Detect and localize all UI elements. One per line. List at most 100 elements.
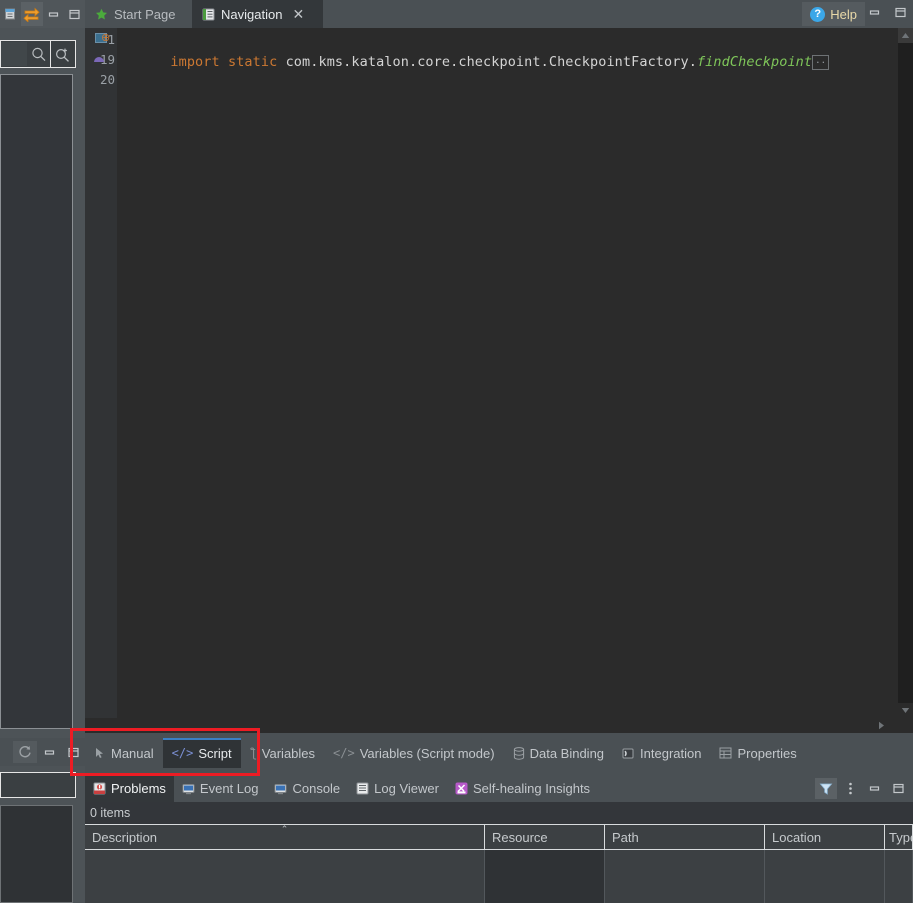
scrollbar-track[interactable] <box>898 43 913 703</box>
tab-manual[interactable]: Manual <box>85 738 163 768</box>
tab-label: Event Log <box>199 781 259 796</box>
tab-event-log[interactable]: Event Log <box>174 775 267 802</box>
table-column-cells <box>605 850 765 903</box>
minimize-icon[interactable] <box>863 778 885 799</box>
tab-label: Navigation <box>221 6 283 22</box>
refresh-icon[interactable] <box>13 741 37 763</box>
close-icon[interactable]: ✕ <box>292 7 304 21</box>
column-header-location[interactable]: Location <box>765 825 885 850</box>
tab-label: Script <box>198 745 232 761</box>
fold-expanded-icon[interactable] <box>93 54 105 64</box>
question-mark-icon: ? <box>810 6 826 22</box>
help-button[interactable]: ? Help <box>802 2 865 26</box>
tab-problems[interactable]: Problems <box>85 775 174 802</box>
properties-table-icon <box>719 747 732 759</box>
search-icon[interactable] <box>27 41 50 67</box>
star-icon <box>95 8 108 21</box>
column-header-type[interactable]: Type <box>885 825 913 850</box>
tab-label: Log Viewer <box>374 781 439 796</box>
self-healing-icon <box>455 782 468 795</box>
integration-icon <box>622 747 635 760</box>
editor-tab-bar: Start Page Navigation ✕ ? Help <box>85 0 913 28</box>
tab-console[interactable]: Console <box>266 775 348 802</box>
editor-mode-tab-bar: Manual </> Script ƪ Variables </> Variab… <box>85 738 913 768</box>
tab-label: Manual <box>111 745 154 761</box>
column-label: Location <box>772 830 822 845</box>
tab-label: Console <box>292 781 341 796</box>
minimize-icon[interactable] <box>37 741 61 763</box>
tab-start-page[interactable]: Start Page <box>85 0 192 28</box>
editor-horizontal-scrollbar[interactable] <box>85 718 913 733</box>
editor-annotation-ruler <box>85 28 95 718</box>
view-menu-icon[interactable] <box>839 778 861 799</box>
code-line: import static com.kms.katalon.core.check… <box>121 32 830 92</box>
code-package: com.kms.katalon.core.checkpoint.Checkpoi… <box>285 54 697 70</box>
tab-log-viewer[interactable]: Log Viewer <box>348 775 447 802</box>
code-text-area[interactable]: import static com.kms.katalon.core.check… <box>117 28 889 718</box>
collapse-all-icon[interactable] <box>0 2 21 26</box>
scroll-up-icon[interactable] <box>898 28 913 43</box>
column-header-resource[interactable]: Resource <box>485 825 605 850</box>
maximize-icon[interactable] <box>887 778 909 799</box>
link-with-editor-icon[interactable] <box>21 2 43 26</box>
tab-navigation[interactable]: Navigation ✕ <box>192 0 323 28</box>
problems-icon <box>93 782 106 795</box>
column-label: Path <box>612 830 639 845</box>
tab-label: Variables (Script mode) <box>359 745 495 761</box>
table-column-cells <box>885 850 913 903</box>
tab-label: Variables <box>261 745 316 761</box>
scroll-down-icon[interactable] <box>898 703 913 718</box>
tab-variables[interactable]: ƪ Variables <box>241 738 324 768</box>
fold-collapsed-icon[interactable] <box>77 34 88 45</box>
left-explorer-column <box>0 0 85 903</box>
filter-icon[interactable] <box>815 778 837 799</box>
editor-gutter: 1 19 20 <box>95 28 117 718</box>
new-search-icon[interactable] <box>50 41 73 67</box>
cursor-arrow-icon <box>94 747 106 759</box>
tab-label: Self-healing Insights <box>472 781 591 796</box>
tab-self-healing-insights[interactable]: Self-healing Insights <box>447 775 598 802</box>
tab-label: Properties <box>737 745 797 761</box>
code-brackets-icon: </> <box>171 746 194 760</box>
problems-table-body[interactable] <box>85 850 913 903</box>
tab-properties[interactable]: Properties <box>710 738 805 768</box>
column-label: Resource <box>492 830 548 845</box>
fold-placeholder[interactable]: .. <box>812 54 830 70</box>
maximize-icon[interactable] <box>61 741 85 763</box>
code-editor[interactable]: 1 19 20 import static com.kms.katalon.co… <box>85 28 913 733</box>
tab-label: Integration <box>640 745 702 761</box>
left-panel-toolbar <box>0 0 85 28</box>
tab-integration[interactable]: Integration <box>613 738 710 768</box>
table-column-cells <box>765 850 885 903</box>
column-header-description[interactable]: ⌃ Description <box>85 824 485 850</box>
column-label: Type <box>889 830 912 845</box>
editor-vertical-scrollbar[interactable] <box>898 28 913 718</box>
log-viewer-icon <box>356 782 369 795</box>
minimize-icon[interactable] <box>43 2 64 26</box>
column-header-path[interactable]: Path <box>605 825 765 850</box>
table-column-cells <box>485 850 605 903</box>
explorer-tree[interactable] <box>0 74 73 729</box>
code-keyword: import static <box>170 54 286 70</box>
left-bottom-panel <box>0 805 73 903</box>
fold-plus-icon[interactable]: ⊕ <box>101 31 110 44</box>
tab-variables-script-mode[interactable]: </> Variables (Script mode) <box>324 738 504 768</box>
problems-view: Problems Event Log Console Log Viewer Se… <box>85 775 913 903</box>
tab-label: Problems <box>111 781 166 796</box>
tab-data-binding[interactable]: Data Binding <box>504 738 613 768</box>
minimize-icon[interactable] <box>865 3 883 21</box>
navigation-icon <box>202 8 215 21</box>
explorer-search-bar <box>0 40 76 68</box>
help-label: Help <box>830 6 857 22</box>
maximize-icon[interactable] <box>64 2 85 26</box>
tab-script[interactable]: </> Script <box>162 738 241 768</box>
variables-icon: ƪ <box>249 746 257 760</box>
left-bottom-input[interactable] <box>0 772 76 798</box>
console-icon <box>274 783 287 795</box>
code-method: findCheckpoint <box>696 54 813 70</box>
search-input[interactable] <box>1 42 27 66</box>
code-brackets-icon: </> <box>333 746 355 760</box>
maximize-icon[interactable] <box>891 3 909 21</box>
problems-tab-bar: Problems Event Log Console Log Viewer Se… <box>85 775 913 802</box>
scroll-right-icon[interactable] <box>874 718 889 733</box>
